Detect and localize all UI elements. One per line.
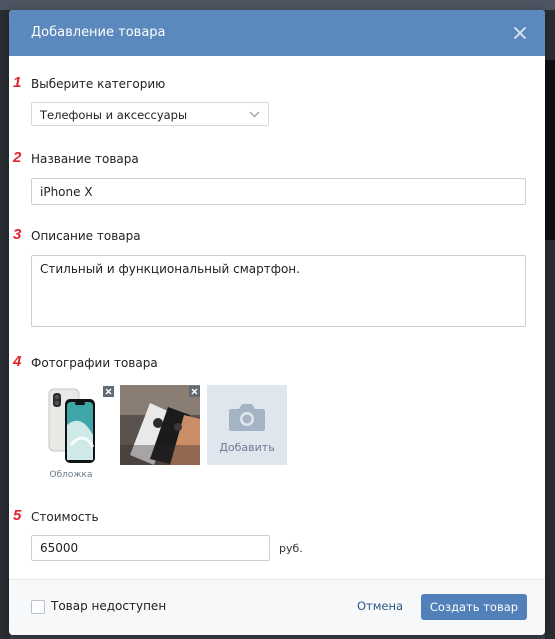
close-button[interactable] (509, 22, 531, 44)
close-icon (514, 27, 526, 39)
description-label: Описание товара (31, 229, 141, 243)
unavailable-label[interactable]: Товар недоступен (51, 599, 166, 613)
remove-photo-1-button[interactable] (103, 386, 114, 397)
description-textarea[interactable]: Стильный и функциональный смартфон. (31, 255, 526, 327)
photos-label: Фотографии товара (31, 356, 158, 370)
step-number-1: 1 (13, 74, 22, 91)
category-select-value: Телефоны и аксессуары (40, 108, 188, 122)
dialog-footer: Товар недоступен Отмена Создать товар (9, 579, 545, 635)
close-icon (105, 388, 112, 395)
add-photo-button[interactable]: Добавить (207, 385, 287, 465)
page-backdrop-block (545, 60, 555, 240)
step-number-4: 4 (13, 353, 22, 370)
close-icon (191, 388, 198, 395)
add-product-dialog: Добавление товара 1 Выберите категорию Т… (9, 10, 545, 635)
camera-icon (229, 404, 265, 431)
step-number-3: 3 (13, 226, 22, 243)
cancel-button[interactable]: Отмена (357, 599, 403, 613)
name-input[interactable] (31, 178, 526, 205)
name-label: Название товара (31, 152, 139, 166)
category-select[interactable]: Телефоны и аксессуары (31, 102, 269, 126)
add-photo-label: Добавить (219, 441, 275, 454)
cover-caption: Обложка (49, 470, 93, 480)
dialog-header: Добавление товара (9, 10, 545, 56)
price-label: Стоимость (31, 510, 99, 524)
price-input[interactable] (31, 535, 270, 561)
unavailable-checkbox[interactable] (31, 600, 45, 614)
chevron-down-icon (249, 111, 260, 118)
create-product-button[interactable]: Создать товар (421, 594, 527, 620)
phone-photo-image (120, 385, 200, 465)
remove-photo-2-button[interactable] (189, 386, 200, 397)
currency-label: руб. (279, 542, 303, 555)
phone-photo-image (48, 388, 95, 463)
category-label: Выберите категорию (31, 77, 166, 91)
step-number-5: 5 (13, 507, 22, 524)
dialog-title: Добавление товара (31, 25, 166, 40)
step-number-2: 2 (13, 149, 22, 166)
product-photo-cover[interactable] (31, 385, 111, 465)
product-photo-2[interactable] (120, 385, 200, 465)
page-backdrop-top (0, 0, 555, 10)
